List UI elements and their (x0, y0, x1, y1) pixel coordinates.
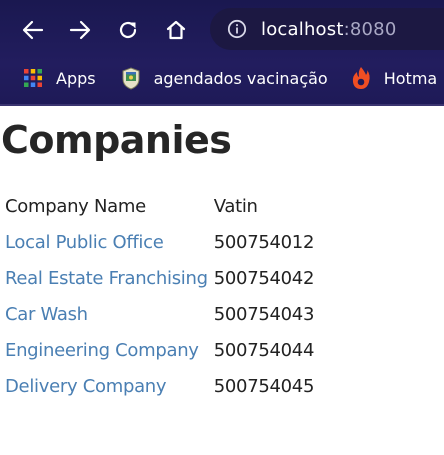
company-name-cell: Delivery Company (3, 368, 212, 404)
bookmark-apps[interactable]: Apps (22, 60, 96, 96)
chrome-divider (0, 104, 444, 106)
flame-icon (350, 67, 372, 89)
bookmark-agendados-vacinacao[interactable]: agendados vacinação (120, 60, 328, 96)
address-bar[interactable]: localhost:8080 (210, 8, 444, 50)
browser-chrome: localhost:8080 Apps agendados vacinação … (0, 0, 444, 106)
vatin-cell: 500754044 (213, 339, 315, 361)
table-header-row: Company Name Vatin (3, 188, 318, 224)
table-row: Real Estate Franchising 500754042 (3, 260, 318, 296)
table-row: Delivery Company 500754045 (3, 368, 318, 404)
bookmark-label: agendados vacinação (153, 68, 328, 88)
back-button[interactable] (16, 13, 50, 47)
forward-button[interactable] (63, 13, 97, 47)
forward-arrow-icon (69, 20, 91, 40)
apps-grid-icon (22, 67, 44, 89)
company-link[interactable]: Real Estate Franchising (5, 268, 208, 289)
url-port: :8080 (343, 18, 397, 40)
page-title: Companies (1, 118, 232, 162)
company-name-cell: Engineering Company (3, 332, 212, 368)
browser-toolbar: localhost:8080 (0, 0, 444, 58)
home-button[interactable] (159, 13, 193, 47)
vatin-cell: 500754012 (213, 231, 315, 253)
bookmark-label: Apps (56, 68, 96, 88)
info-icon[interactable] (227, 19, 247, 39)
company-link[interactable]: Engineering Company (5, 340, 199, 361)
companies-table: Company Name Vatin Local Public Office 5… (3, 188, 318, 404)
company-name-cell: Local Public Office (3, 224, 212, 260)
column-header-company-name: Company Name (5, 195, 146, 217)
url-text: localhost:8080 (261, 19, 396, 40)
bookmark-hotmart[interactable]: Hotma (350, 60, 437, 96)
column-header-vatin: Vatin (213, 195, 258, 217)
company-name-cell: Car Wash (3, 296, 212, 332)
crest-icon (120, 67, 142, 90)
back-arrow-icon (22, 20, 44, 40)
reload-button[interactable] (111, 13, 145, 47)
bookmarks-bar: Apps agendados vacinação Hotma (0, 60, 444, 96)
vatin-cell: 500754042 (213, 267, 315, 289)
vatin-cell: 500754045 (213, 375, 315, 397)
company-link[interactable]: Local Public Office (5, 232, 164, 253)
url-host: localhost (261, 18, 344, 40)
company-link[interactable]: Car Wash (5, 304, 88, 325)
reload-icon (119, 21, 137, 39)
vatin-cell: 500754043 (213, 303, 315, 325)
table-row: Car Wash 500754043 (3, 296, 318, 332)
company-name-cell: Real Estate Franchising (3, 260, 212, 296)
table-row: Local Public Office 500754012 (3, 224, 318, 260)
company-link[interactable]: Delivery Company (5, 376, 167, 397)
table-row: Engineering Company 500754044 (3, 332, 318, 368)
home-icon (166, 20, 186, 40)
page-content: Companies Company Name Vatin Local Publi… (0, 116, 444, 404)
bookmark-label: Hotma (383, 68, 438, 88)
